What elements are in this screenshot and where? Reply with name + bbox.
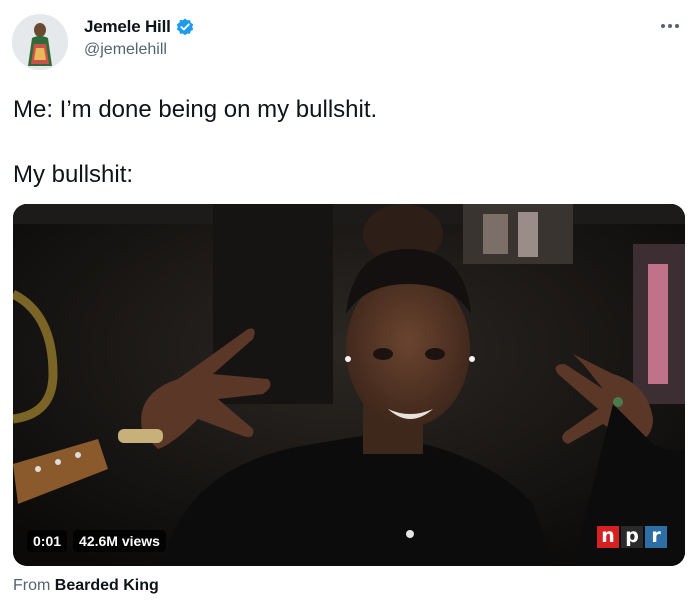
verified-badge-icon bbox=[175, 17, 195, 37]
video-frame bbox=[13, 204, 685, 566]
video-player[interactable]: 0:01 42.6M views n p r bbox=[13, 204, 685, 566]
video-attribution: From Bearded King bbox=[13, 577, 159, 595]
more-options-icon[interactable] bbox=[658, 14, 682, 38]
tweet-text-line-1: Me: I’m done being on my bullshit. bbox=[13, 96, 378, 123]
video-meta: 0:01 42.6M views bbox=[27, 530, 166, 552]
npr-letter-r: r bbox=[645, 526, 667, 548]
tweet-card: Jemele Hill @jemelehill Me: I’m done bei… bbox=[0, 0, 700, 609]
author-display-name[interactable]: Jemele Hill bbox=[84, 17, 171, 37]
attribution-source-link[interactable]: Bearded King bbox=[55, 577, 159, 594]
author-name-row: Jemele Hill bbox=[84, 17, 195, 37]
author-handle[interactable]: @jemelehill bbox=[84, 41, 167, 59]
npr-letter-p: p bbox=[621, 526, 643, 548]
video-view-count: 42.6M views bbox=[73, 530, 166, 552]
video-timestamp: 0:01 bbox=[27, 530, 68, 552]
npr-watermark-logo: n p r bbox=[597, 526, 667, 548]
npr-letter-n: n bbox=[597, 526, 619, 548]
attribution-prefix: From bbox=[13, 577, 51, 594]
author-avatar[interactable] bbox=[12, 14, 68, 70]
tweet-text-line-2: My bullshit: bbox=[13, 161, 134, 188]
